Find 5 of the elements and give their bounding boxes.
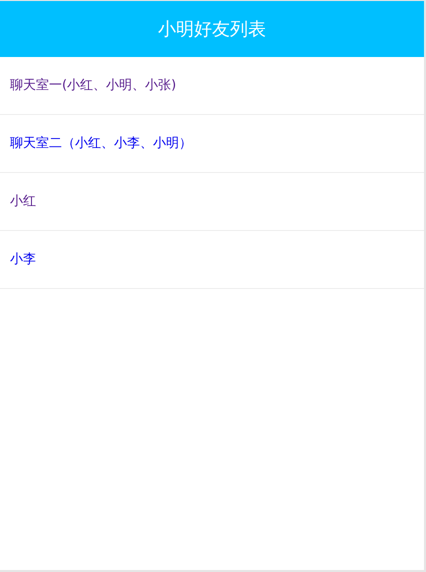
chat-list-link[interactable]: 小李 bbox=[10, 250, 36, 270]
chat-list-link[interactable]: 聊天室二（小红、小李、小明） bbox=[10, 134, 192, 154]
chat-list-link[interactable]: 聊天室一(小红、小明、小张) bbox=[10, 76, 176, 96]
header-title: 小明好友列表 bbox=[158, 18, 266, 42]
chat-list-link[interactable]: 小红 bbox=[10, 192, 36, 212]
